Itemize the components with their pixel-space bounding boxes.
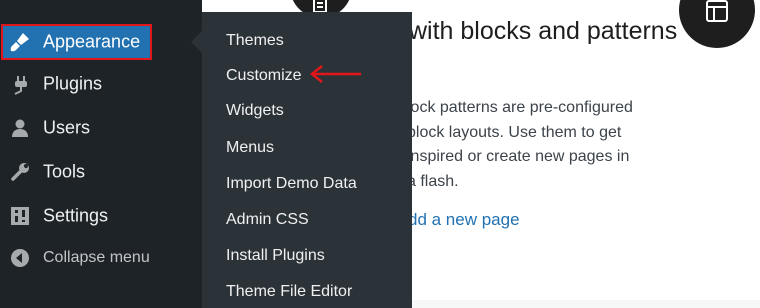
paintbrush-icon — [10, 33, 29, 52]
sidebar-item-tools[interactable]: Tools — [0, 152, 202, 192]
submenu-item-customize[interactable]: Customize — [226, 67, 302, 85]
admin-sidebar: Appearance Plugins Users Tools Settings … — [0, 0, 202, 308]
annotation-arrow — [309, 65, 361, 83]
collapse-menu-button[interactable]: Collapse menu — [0, 238, 202, 278]
collapse-arrow-icon — [11, 249, 29, 267]
submenu-item-admin-css[interactable]: Admin CSS — [226, 211, 309, 229]
layout-icon — [706, 0, 728, 22]
plugin-icon — [14, 76, 27, 95]
sidebar-item-label: Users — [43, 117, 91, 138]
sidebar-item-users[interactable]: Users — [0, 108, 202, 148]
collapse-menu-label: Collapse menu — [43, 249, 150, 266]
submenu-item-widgets[interactable]: Widgets — [226, 102, 284, 120]
submenu-item-install-plugins[interactable]: Install Plugins — [226, 247, 325, 265]
submenu-pointer — [191, 31, 202, 53]
sidebar-item-label: Tools — [43, 161, 86, 182]
sidebar-item-label: Plugins — [43, 73, 103, 94]
wrench-icon — [11, 163, 29, 181]
sidebar-item-appearance[interactable]: Appearance — [0, 22, 202, 62]
description-text: lock patterns are pre-configured block l… — [407, 99, 633, 190]
appearance-submenu: Themes Customize Widgets Menus Import De… — [202, 12, 412, 308]
submenu-item-theme-file-editor[interactable]: Theme File Editor — [226, 283, 352, 301]
sidebar-item-plugins[interactable]: Plugins — [0, 64, 202, 104]
content-footer-strip — [412, 300, 760, 308]
settings-icon — [11, 207, 29, 225]
submenu-item-menus[interactable]: Menus — [226, 139, 274, 157]
submenu-item-import-demo-data[interactable]: Import Demo Data — [226, 175, 357, 193]
sidebar-item-label: Settings — [43, 205, 109, 226]
add-new-page-link[interactable]: dd a new page — [408, 210, 520, 230]
sidebar-item-settings[interactable]: Settings — [0, 196, 202, 236]
users-icon — [12, 119, 28, 137]
submenu-item-themes[interactable]: Themes — [226, 32, 284, 50]
sidebar-item-label: Appearance — [43, 31, 141, 52]
